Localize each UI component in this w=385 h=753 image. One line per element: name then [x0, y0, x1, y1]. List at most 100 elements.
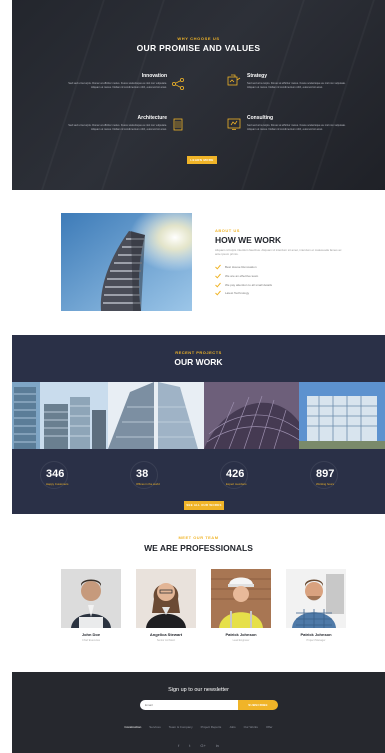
- project-thumbnail[interactable]: [299, 382, 385, 449]
- stat-label: Happy Customers: [46, 482, 69, 486]
- background-stripe: [41, 0, 105, 190]
- section-kicker: ABOUT US: [215, 228, 240, 233]
- feature-title: Strategy: [247, 73, 268, 79]
- project-thumbnail[interactable]: [204, 382, 299, 449]
- member-name: John Doe: [81, 632, 101, 637]
- footer-link[interactable]: Team & Company: [169, 725, 193, 729]
- member-role: Chief Executive: [81, 639, 101, 642]
- footer-link[interactable]: Offer: [266, 725, 273, 729]
- check-icon: [215, 291, 221, 296]
- section-kicker: WHY CHOOSE US: [177, 36, 220, 41]
- footer-link[interactable]: Construction: [124, 725, 141, 729]
- background-stripe: [101, 0, 165, 190]
- email-input[interactable]: [140, 700, 238, 710]
- stat-offices: 38 Offices in the world: [130, 461, 216, 491]
- member-name: Angelica Stewart: [149, 632, 183, 637]
- checklist-label: Latest Technology: [225, 291, 250, 296]
- project-gallery: [12, 382, 385, 449]
- consulting-icon: [227, 118, 241, 130]
- feature-checklist: Best House Renovation We are an effectiv…: [215, 263, 272, 298]
- check-icon: [215, 282, 221, 288]
- stat-value: 897: [316, 468, 335, 480]
- stats-row: 346 Happy Customers 38 Offices in the wo…: [12, 461, 385, 491]
- feature-title: Consulting: [247, 115, 274, 121]
- subscribe-button[interactable]: SUBSCRIBE: [238, 700, 278, 710]
- about-photo: [61, 213, 192, 311]
- checklist-label: We are an effective team: [225, 274, 259, 279]
- footer-nav: Construction Services Team & Company Pro…: [12, 725, 385, 729]
- project-thumbnail[interactable]: [12, 382, 40, 449]
- checklist-item: Best House Renovation: [215, 263, 272, 272]
- building-icon: [173, 118, 183, 131]
- member-name: Patrick Johnson: [300, 632, 332, 637]
- feature-architecture: Architecture Sed sed urna turpis. Donec …: [67, 115, 183, 131]
- team-member-card[interactable]: Patrick Johnson Project Manager: [286, 569, 346, 642]
- checklist-item: Latest Technology: [215, 289, 272, 298]
- social-links: f t G+ in: [12, 743, 385, 748]
- feature-text: Sed sed urna turpis. Donec at efficitur …: [247, 82, 346, 89]
- section-kicker: MEET OUR TEAM: [178, 535, 219, 540]
- checklist-label: We pay attention to all small details: [225, 282, 272, 287]
- stat-label: Offices in the world: [136, 482, 160, 486]
- member-photo: [61, 569, 121, 628]
- section-title: OUR PROMISE AND VALUES: [136, 43, 261, 53]
- feature-title: Innovation: [141, 73, 167, 79]
- learn-more-button[interactable]: LEARN MORE: [187, 156, 217, 164]
- stat-hours: 897 Working hours: [310, 461, 385, 491]
- project-thumbnail[interactable]: [108, 382, 204, 449]
- team-member-card[interactable]: Angelica Stewart Senior Architect: [136, 569, 196, 642]
- team-member-card[interactable]: Patrick Johnson Lead Engineer: [211, 569, 271, 642]
- stat-customers: 346 Happy Customers: [40, 461, 126, 491]
- member-photo: [136, 569, 196, 628]
- feature-text: Sed sed urna turpis. Donec at efficitur …: [68, 82, 167, 89]
- member-name: Patrick Johnson: [225, 632, 257, 637]
- stat-value: 38: [136, 468, 149, 480]
- see-all-works-button[interactable]: SEE ALL OUR WORKS: [184, 501, 224, 510]
- strategy-icon: [227, 74, 241, 86]
- background-stripe: [241, 0, 305, 190]
- check-icon: [215, 273, 221, 279]
- footer-link[interactable]: Services: [149, 725, 161, 729]
- newsletter-form: SUBSCRIBE: [140, 700, 278, 710]
- stat-value: 346: [46, 468, 65, 480]
- member-role: Lead Engineer: [232, 639, 250, 642]
- stat-members: 426 Expert members: [220, 461, 306, 491]
- footer-link[interactable]: Project Reports: [201, 725, 222, 729]
- check-icon: [215, 265, 221, 270]
- member-photo: [286, 569, 346, 628]
- stat-label: Expert members: [226, 482, 247, 486]
- team-member-card[interactable]: John Doe Chief Executive: [61, 569, 121, 642]
- google-plus-icon[interactable]: G+: [200, 743, 205, 748]
- member-role: Senior Architect: [156, 639, 176, 642]
- feature-innovation: Innovation Sed sed urna turpis. Donec at…: [67, 73, 184, 90]
- member-role: Project Manager: [306, 639, 326, 642]
- checklist-item: We are an effective team: [215, 272, 272, 281]
- feature-strategy: Strategy Sed sed urna turpis. Donec at e…: [227, 73, 347, 89]
- team-section: MEET OUR TEAM WE ARE PROFESSIONALS John …: [12, 514, 385, 672]
- footer-section: Sign up to our newsletter SUBSCRIBE Cons…: [12, 672, 385, 753]
- footer-link[interactable]: Our Works: [244, 725, 258, 729]
- about-description: Aliquam id turpis interdum faucibus. Ali…: [215, 248, 342, 256]
- stat-value: 426: [226, 468, 245, 480]
- feature-text: Sed sed urna turpis. Donec at efficitur …: [68, 124, 167, 131]
- section-title: WE ARE PROFESSIONALS: [144, 543, 253, 553]
- checklist-label: Best House Renovation: [225, 265, 257, 270]
- facebook-icon[interactable]: f: [178, 743, 179, 748]
- about-section: ABOUT US HOW WE WORK Aliquam id turpis i…: [12, 190, 385, 335]
- member-photo: [211, 569, 271, 628]
- background-stripe: [311, 0, 375, 190]
- network-icon: [171, 77, 184, 90]
- footer-link[interactable]: Jobs: [229, 725, 235, 729]
- work-section: RECENT PROJECTS OUR WORK 346 Happy Custo…: [12, 335, 385, 514]
- promise-section: WHY CHOOSE US OUR PROMISE AND VALUES Inn…: [12, 0, 385, 190]
- checklist-item: We pay attention to all small details: [215, 280, 272, 289]
- feature-text: Sed sed urna turpis. Donec at efficitur …: [247, 124, 346, 131]
- section-kicker: RECENT PROJECTS: [175, 350, 222, 355]
- stat-label: Working hours: [316, 482, 334, 486]
- section-title: HOW WE WORK: [215, 235, 282, 245]
- project-thumbnail[interactable]: [40, 382, 108, 449]
- linkedin-icon[interactable]: in: [216, 743, 219, 748]
- feature-title: Architecture: [137, 115, 167, 121]
- feature-consulting: Consulting Sed sed urna turpis. Donec at…: [227, 115, 347, 131]
- twitter-icon[interactable]: t: [189, 743, 190, 748]
